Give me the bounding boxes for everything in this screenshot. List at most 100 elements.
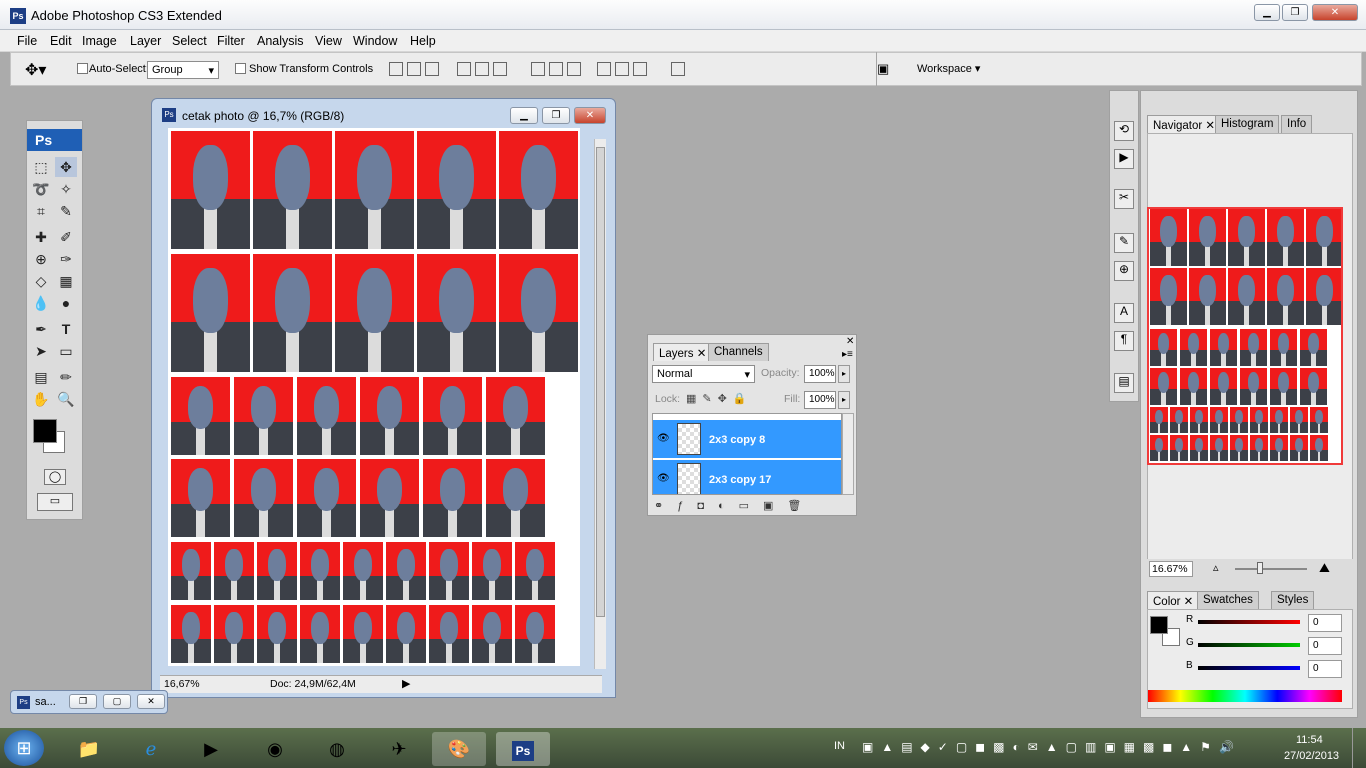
history-icon[interactable]: ⟲	[1114, 121, 1134, 141]
lasso-icon[interactable]: ➰	[30, 179, 52, 199]
actions-icon[interactable]: ▶	[1114, 149, 1134, 169]
tab-layers[interactable]: Layers ✕	[653, 343, 713, 361]
visibility-eye-icon[interactable]: 👁	[657, 473, 670, 484]
menu-edit[interactable]: Edit	[50, 34, 72, 48]
tab-histogram[interactable]: Histogram	[1215, 115, 1280, 133]
path-select-icon[interactable]: ➤	[30, 341, 52, 361]
minimized-document[interactable]: Ps sa... ❐ ▢ ✕	[10, 690, 168, 714]
marquee-icon[interactable]: ⬚	[30, 157, 52, 177]
menu-filter[interactable]: Filter	[217, 34, 245, 48]
document-canvas[interactable]	[168, 128, 580, 666]
menu-view[interactable]: View	[315, 34, 342, 48]
menu-help[interactable]: Help	[410, 34, 436, 48]
screen-mode-icon[interactable]: ▭	[37, 493, 73, 511]
healing-icon[interactable]: ✚	[30, 227, 52, 247]
shape-icon[interactable]: ▭	[55, 341, 77, 361]
notes-icon[interactable]: ▤	[30, 367, 52, 387]
dodge-icon[interactable]: ●	[55, 293, 77, 313]
photoshop-taskbar-icon[interactable]: Ps	[496, 732, 550, 766]
character-icon[interactable]: A	[1114, 303, 1134, 323]
fill-arrow-icon[interactable]: ▸	[838, 391, 850, 409]
navigator-zoom-handle[interactable]	[1257, 562, 1263, 574]
fill-field[interactable]: 100%	[804, 391, 836, 409]
type-icon[interactable]: T	[55, 319, 77, 339]
quick-mask-icon[interactable]: ◯	[44, 469, 66, 485]
restore-button[interactable]: ❐	[1282, 4, 1308, 21]
doc-zoom-field[interactable]: 16,67%	[164, 678, 200, 690]
move-tool-icon[interactable]: ✥▾	[25, 60, 46, 80]
tab-navigator[interactable]: Navigator ✕	[1147, 115, 1222, 133]
app-taskbar-icon[interactable]: ✈	[372, 732, 426, 766]
align-buttons[interactable]	[389, 62, 443, 79]
media-player-taskbar-icon[interactable]: ▶	[184, 732, 238, 766]
doc-scroll-thumb[interactable]	[596, 147, 605, 617]
slice-icon[interactable]: ✎	[55, 201, 77, 221]
color-fg-swatch[interactable]	[1150, 616, 1168, 634]
tab-color[interactable]: Color ✕	[1147, 591, 1200, 609]
eraser-icon[interactable]: ◇	[30, 271, 52, 291]
distribute-buttons[interactable]	[531, 62, 585, 79]
doc-close-button[interactable]: ✕	[574, 107, 606, 124]
gradient-icon[interactable]: ▦	[55, 271, 77, 291]
crop-icon[interactable]: ⌗	[30, 201, 52, 221]
layer-name[interactable]: 2x3 copy 8	[709, 434, 765, 446]
tool-presets-icon[interactable]: ✂	[1114, 189, 1134, 209]
show-desktop-button[interactable]	[1352, 728, 1366, 768]
tab-styles[interactable]: Styles	[1271, 591, 1315, 609]
menu-file[interactable]: File	[17, 34, 37, 48]
history-brush-icon[interactable]: ✑	[55, 249, 77, 269]
b-value-field[interactable]: 0	[1308, 660, 1342, 678]
lock-icons[interactable]: ▦✎✥🔒	[686, 392, 753, 405]
zoom-icon[interactable]: 🔍	[55, 389, 77, 409]
clock-date[interactable]: 27/02/2013	[1284, 750, 1339, 762]
menu-layer[interactable]: Layer	[130, 34, 161, 48]
zoom-in-icon[interactable]: ⛰	[1319, 560, 1330, 576]
doc-restore-button[interactable]: ❐	[542, 107, 570, 124]
layer-row[interactable]: 👁 2x3 copy 17	[653, 460, 841, 494]
doc-minimize-button[interactable]: ▁	[510, 107, 538, 124]
layer-comps-icon[interactable]: ▤	[1114, 373, 1134, 393]
paint-taskbar-icon[interactable]: 🎨	[432, 732, 486, 766]
ie-taskbar-icon[interactable]: ℯ	[124, 732, 178, 766]
paragraph-icon[interactable]: ¶	[1114, 331, 1134, 351]
menu-analysis[interactable]: Analysis	[257, 34, 304, 48]
distribute-horizontal-buttons[interactable]	[597, 62, 651, 79]
layer-name[interactable]: 2x3 copy 17	[709, 474, 771, 486]
firefox-taskbar-icon[interactable]: ◉	[248, 732, 302, 766]
close-button[interactable]: ✕	[1312, 4, 1358, 21]
layer-bottom-buttons[interactable]: ⚭ƒ◘◐▭▣🗑	[654, 499, 815, 512]
opacity-arrow-icon[interactable]: ▸	[838, 365, 850, 383]
layers-scrollbar[interactable]	[842, 413, 854, 495]
chrome-taskbar-icon[interactable]: ◍	[310, 732, 364, 766]
color-spectrum-ramp[interactable]	[1148, 690, 1342, 702]
explorer-taskbar-icon[interactable]: 📁	[62, 732, 116, 766]
g-slider[interactable]	[1198, 643, 1300, 647]
tab-channels[interactable]: Channels	[708, 343, 769, 361]
tab-swatches[interactable]: Swatches	[1197, 591, 1259, 609]
show-transform-checkbox[interactable]	[235, 63, 246, 77]
menu-window[interactable]: Window	[353, 34, 397, 48]
layer-row[interactable]: 👁 2x3 copy 8	[653, 420, 841, 458]
auto-select-dropdown[interactable]: Group ▾	[147, 61, 219, 79]
clone-source-icon[interactable]: ⊕	[1114, 261, 1134, 281]
minimize-button[interactable]: ▁	[1254, 4, 1280, 21]
clock-time[interactable]: 11:54	[1296, 734, 1323, 746]
visibility-eye-icon[interactable]: 👁	[657, 433, 670, 444]
menu-image[interactable]: Image	[82, 34, 117, 48]
brushes-icon[interactable]: ✎	[1114, 233, 1134, 253]
workspace-button[interactable]: Workspace ▾	[917, 62, 980, 75]
doc-vertical-scrollbar[interactable]	[594, 139, 606, 669]
g-value-field[interactable]: 0	[1308, 637, 1342, 655]
tab-info[interactable]: Info	[1281, 115, 1313, 133]
layers-close-icon[interactable]: ✕	[846, 336, 854, 347]
hand-icon[interactable]: ✋	[30, 389, 52, 409]
align-edge-buttons[interactable]	[457, 62, 511, 79]
navigator-zoom-field[interactable]: 16.67%	[1149, 561, 1193, 577]
b-slider[interactable]	[1198, 666, 1300, 670]
navigator-preview[interactable]	[1147, 207, 1343, 465]
clone-stamp-icon[interactable]: ⊕	[30, 249, 52, 269]
min-doc-maximize-button[interactable]: ▢	[103, 694, 131, 709]
move-icon[interactable]: ✥	[55, 157, 77, 177]
doc-info-arrow-icon[interactable]: ▶	[402, 677, 410, 690]
menu-select[interactable]: Select	[172, 34, 207, 48]
